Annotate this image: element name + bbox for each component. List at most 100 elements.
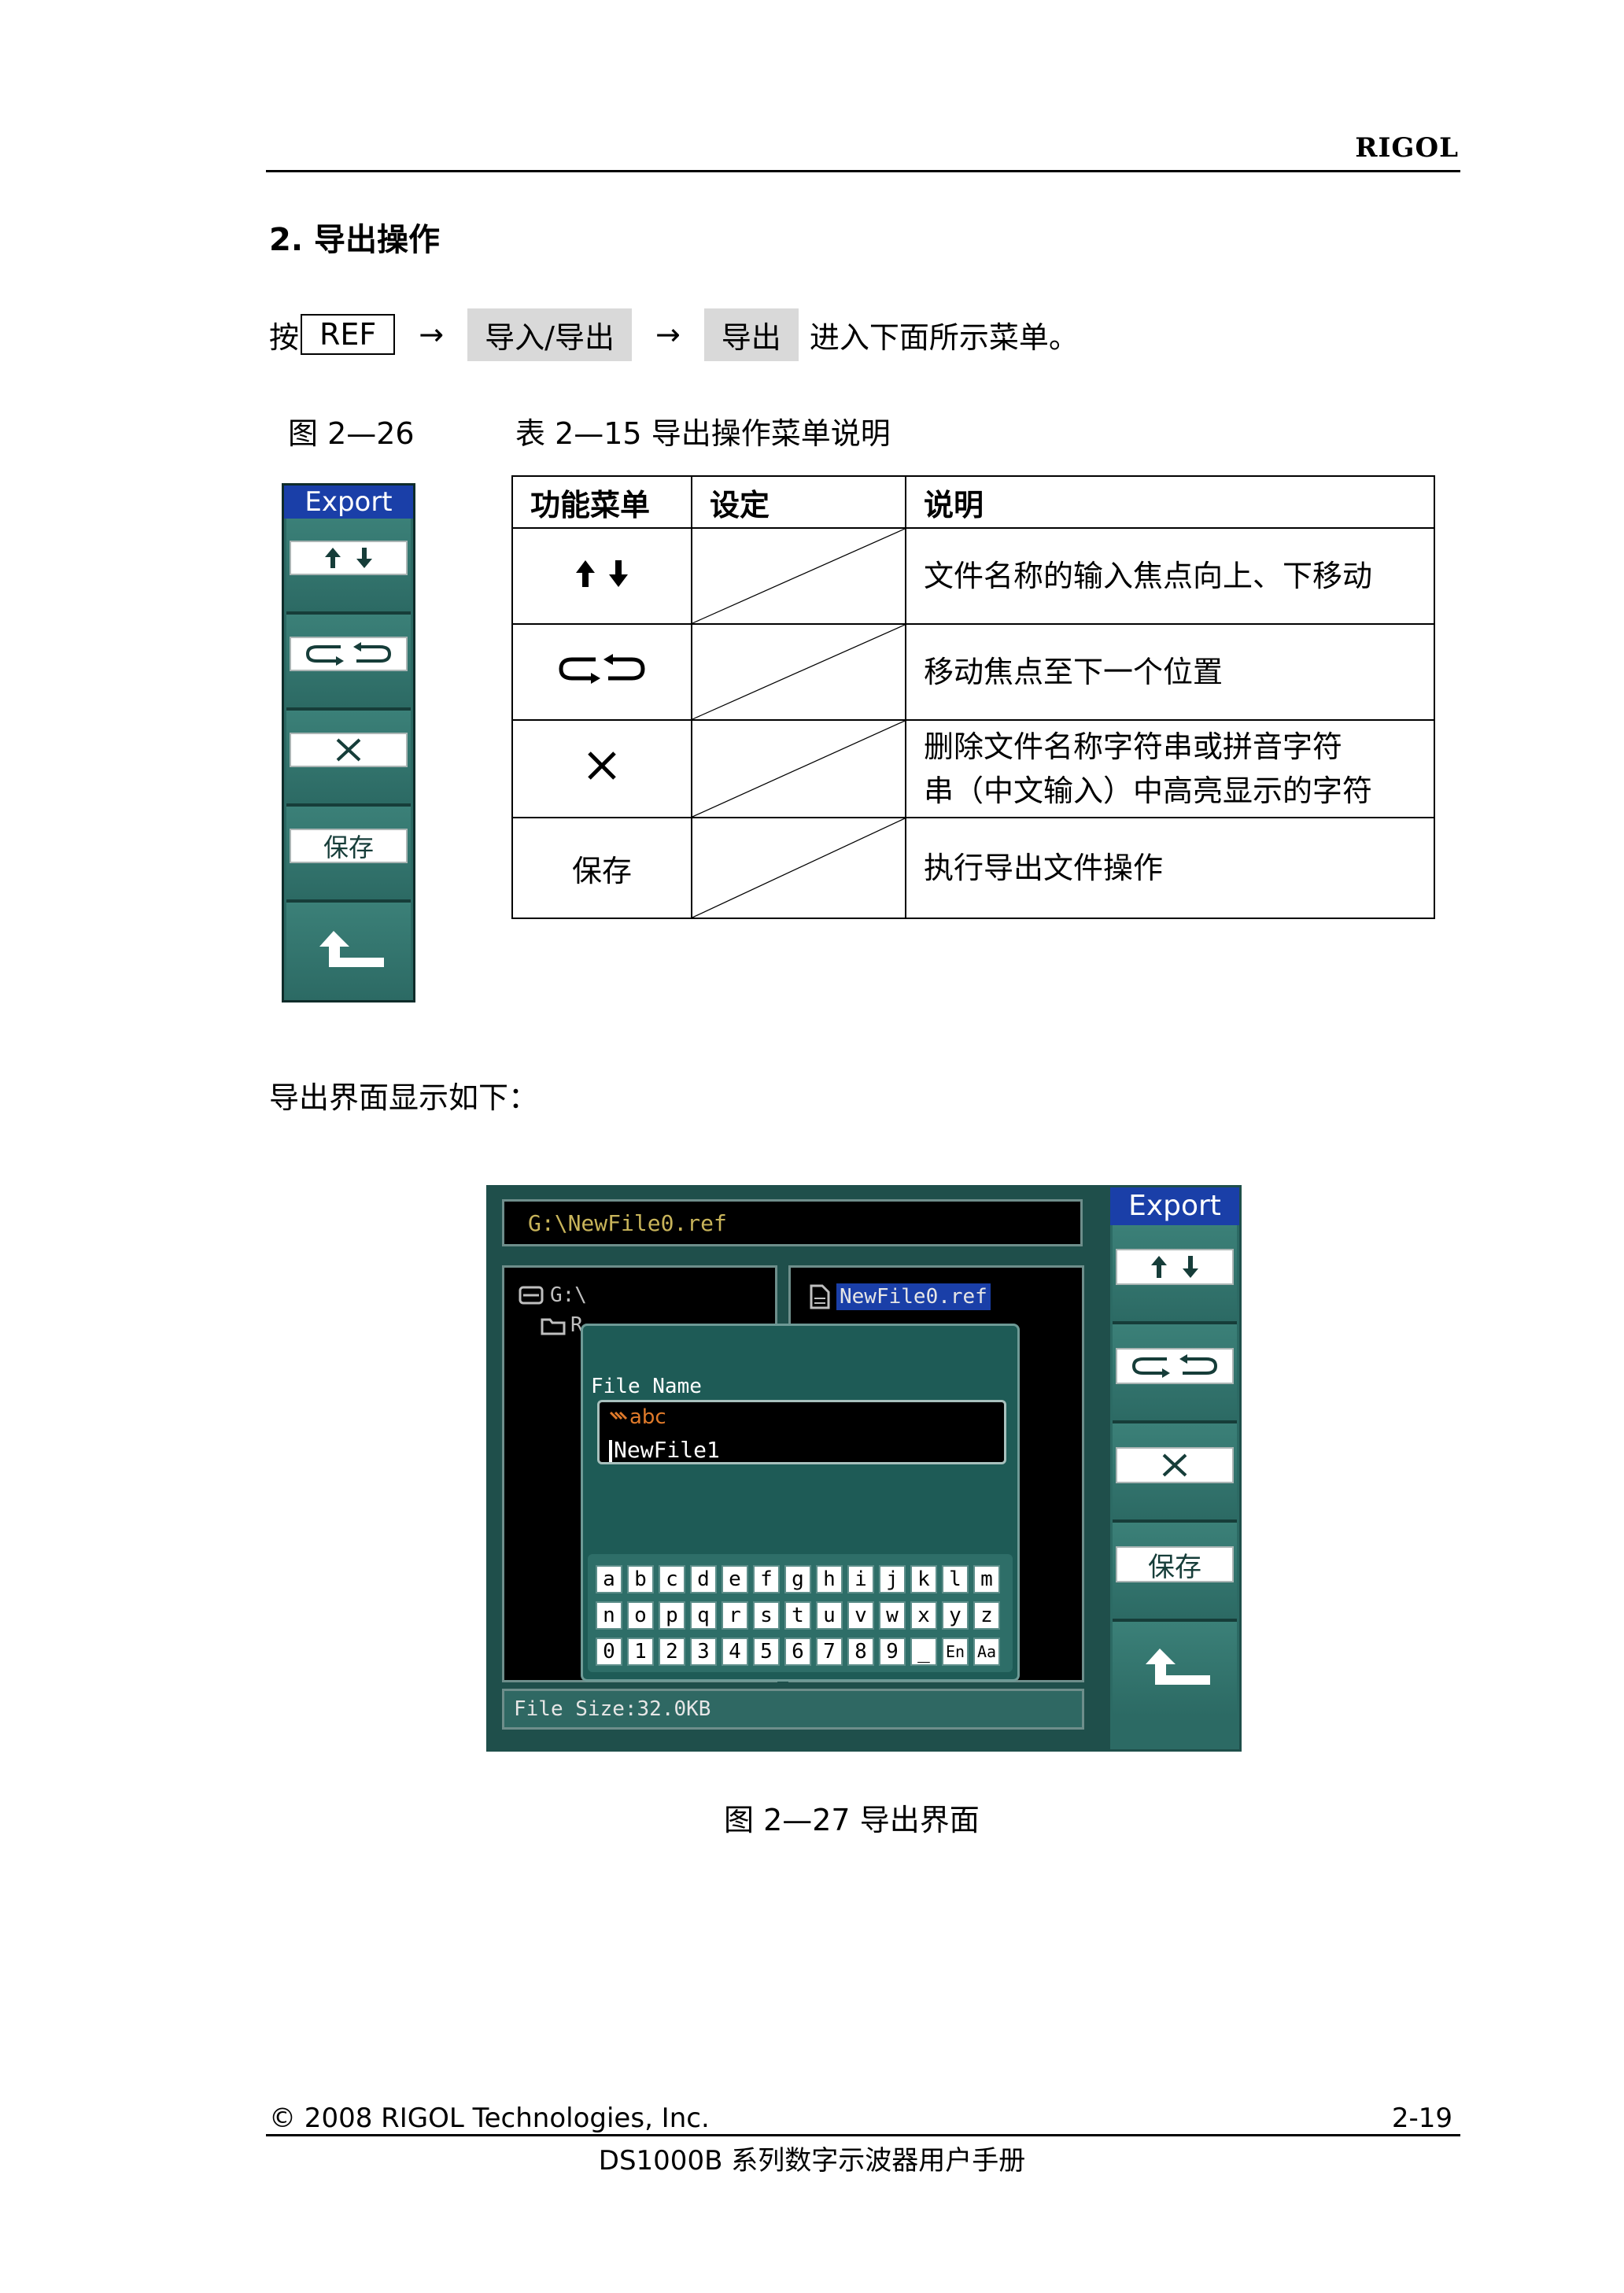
on-screen-keyboard: a b c d e f g h i j k l m n o p q r s t u v w x y z 0 1 2 3 4 5 6 7 8 9 _ En A… — [588, 1554, 1013, 1672]
keyboard-key[interactable]: En — [942, 1638, 969, 1666]
file-icon — [810, 1284, 830, 1309]
keyboard-key[interactable]: x — [910, 1601, 937, 1630]
keyboard-key[interactable]: 7 — [816, 1638, 843, 1666]
save-button[interactable]: 保存 — [290, 829, 408, 863]
menu-segment — [286, 711, 411, 807]
keyboard-key[interactable]: b — [627, 1565, 654, 1593]
steps-instruction: 按 REF → 导入/导出 → 导出 进入下面所示菜单。 — [269, 308, 1079, 361]
drive-icon — [519, 1286, 544, 1305]
keyboard-key[interactable]: s — [753, 1601, 780, 1630]
table-cell-desc: 执行导出文件操作 — [905, 817, 1435, 919]
cycle-arrows-icon — [559, 653, 645, 684]
keyboard-key[interactable]: a — [596, 1565, 622, 1593]
keyboard-key[interactable]: y — [942, 1601, 969, 1630]
keyboard-key[interactable]: z — [973, 1601, 1000, 1630]
keyboard-key[interactable]: e — [722, 1565, 748, 1593]
keyboard-key[interactable]: g — [784, 1565, 811, 1593]
keyboard-key[interactable]: t — [784, 1601, 811, 1630]
keyboard-key[interactable]: 8 — [847, 1638, 874, 1666]
keyboard-key[interactable]: f — [753, 1565, 780, 1593]
table-row: 删除文件名称字符串或拼音字符 串（中文输入）中高亮显示的字符 — [511, 719, 1435, 818]
keyboard-key[interactable]: q — [690, 1601, 717, 1630]
keyboard-key[interactable]: c — [659, 1565, 685, 1593]
menu-title: Export — [284, 486, 413, 519]
keyboard-key[interactable]: n — [596, 1601, 622, 1630]
keyboard-key[interactable]: l — [942, 1565, 969, 1593]
keyboard-key[interactable]: d — [690, 1565, 717, 1593]
softkey-import-export: 导入/导出 — [467, 308, 632, 361]
ref-key: REF — [301, 314, 396, 355]
file-name-dialog: File Name abc NewFile1 abcdefghijklmnopq… — [581, 1324, 1020, 1682]
export-screen-intro: 导出界面显示如下： — [269, 1080, 539, 1115]
keyboard-key[interactable]: v — [847, 1601, 874, 1630]
arrow-right-icon: → — [419, 317, 445, 352]
keyboard-key[interactable]: 4 — [722, 1638, 748, 1666]
menu-segment — [1113, 1324, 1237, 1423]
delete-x-icon — [336, 738, 361, 762]
softkey-export: 导出 — [703, 308, 799, 361]
table-cell-desc: 删除文件名称字符串或拼音字符 串（中文输入）中高亮显示的字符 — [905, 719, 1435, 818]
return-arrow-icon[interactable] — [312, 926, 390, 973]
table-cell-menu: 保存 — [511, 817, 692, 919]
screen-save-button[interactable]: 保存 — [1116, 1546, 1234, 1583]
selected-file-name: NewFile0.ref — [836, 1283, 991, 1310]
keyboard-key[interactable]: k — [910, 1565, 937, 1593]
file-name-value-wrap: NewFile1 — [609, 1437, 720, 1463]
cycle-button[interactable] — [290, 637, 408, 671]
keyboard-key[interactable]: w — [879, 1601, 906, 1630]
keyboard-key[interactable]: o — [627, 1601, 654, 1630]
menu-segment: 保存 — [286, 807, 411, 903]
text-cursor — [609, 1440, 612, 1462]
table-cell-menu — [511, 623, 692, 721]
delete-button[interactable] — [290, 733, 408, 767]
tree-root[interactable]: G:\ — [519, 1283, 587, 1307]
keyboard-key[interactable]: i — [847, 1565, 874, 1593]
table-cell-setting — [691, 527, 906, 625]
screen-up-down-button[interactable] — [1116, 1249, 1234, 1285]
keyboard-key[interactable]: 5 — [753, 1638, 780, 1666]
keyboard-key[interactable]: 6 — [784, 1638, 811, 1666]
footer-manual-title: DS1000B 系列数字示波器用户手册 — [598, 2145, 1026, 2177]
keyboard-key[interactable]: h — [816, 1565, 843, 1593]
screen-menu-title: Export — [1110, 1187, 1239, 1225]
header-rule — [266, 170, 1460, 172]
keyboard-key[interactable]: u — [816, 1601, 843, 1630]
export-menu-table: 功能菜单 设定 说明 文件名称的输入焦点向上、下移动 移动焦点至下一个位置 删除… — [511, 475, 1435, 919]
file-item-selected[interactable]: NewFile0.ref — [808, 1283, 991, 1310]
table-header: 功能菜单 — [511, 475, 692, 529]
export-screen-menu: Export 保存 — [1108, 1185, 1242, 1752]
keyboard-key[interactable]: m — [973, 1565, 1000, 1593]
keyboard-key[interactable]: 0 — [596, 1638, 622, 1666]
return-arrow-icon[interactable] — [1138, 1644, 1216, 1691]
folder-icon — [541, 1318, 566, 1335]
up-down-arrows-icon — [1151, 1256, 1198, 1278]
desc-line: 串（中文输入）中高亮显示的字符 — [924, 774, 1373, 808]
keyboard-key[interactable]: p — [659, 1601, 685, 1630]
screen-delete-button[interactable] — [1116, 1447, 1234, 1483]
up-down-arrows-icon — [576, 559, 628, 587]
keyboard-key[interactable]: _ — [910, 1638, 937, 1666]
table-row: 保存 执行导出文件操作 — [511, 817, 1435, 919]
menu-segment — [1113, 1423, 1237, 1523]
file-name-input[interactable]: abc NewFile1 — [597, 1400, 1006, 1464]
keyboard-key[interactable]: 9 — [879, 1638, 906, 1666]
delete-x-icon — [588, 751, 616, 780]
table-cell-setting — [691, 719, 906, 818]
steps-prefix: 按 — [269, 319, 300, 355]
keyboard-key[interactable]: r — [722, 1601, 748, 1630]
screen-cycle-button[interactable] — [1116, 1348, 1234, 1384]
keyboard-key[interactable]: 1 — [627, 1638, 654, 1666]
keyboard-key[interactable]: 2 — [659, 1638, 685, 1666]
table-header: 说明 — [905, 475, 1435, 529]
table-cell-setting — [691, 817, 906, 919]
keyboard-key[interactable]: 3 — [690, 1638, 717, 1666]
keyboard-key[interactable]: Aa — [973, 1638, 1000, 1666]
table-header-row: 功能菜单 设定 说明 — [511, 475, 1435, 529]
table-cell-setting — [691, 623, 906, 721]
up-down-button[interactable] — [290, 541, 408, 575]
brand-logo-text: RIGOL — [1355, 132, 1459, 164]
menu-segment — [286, 615, 411, 711]
table-cell-desc: 文件名称的输入焦点向上、下移动 — [905, 527, 1435, 625]
table-row: 文件名称的输入焦点向上、下移动 — [511, 527, 1435, 625]
keyboard-key[interactable]: j — [879, 1565, 906, 1593]
